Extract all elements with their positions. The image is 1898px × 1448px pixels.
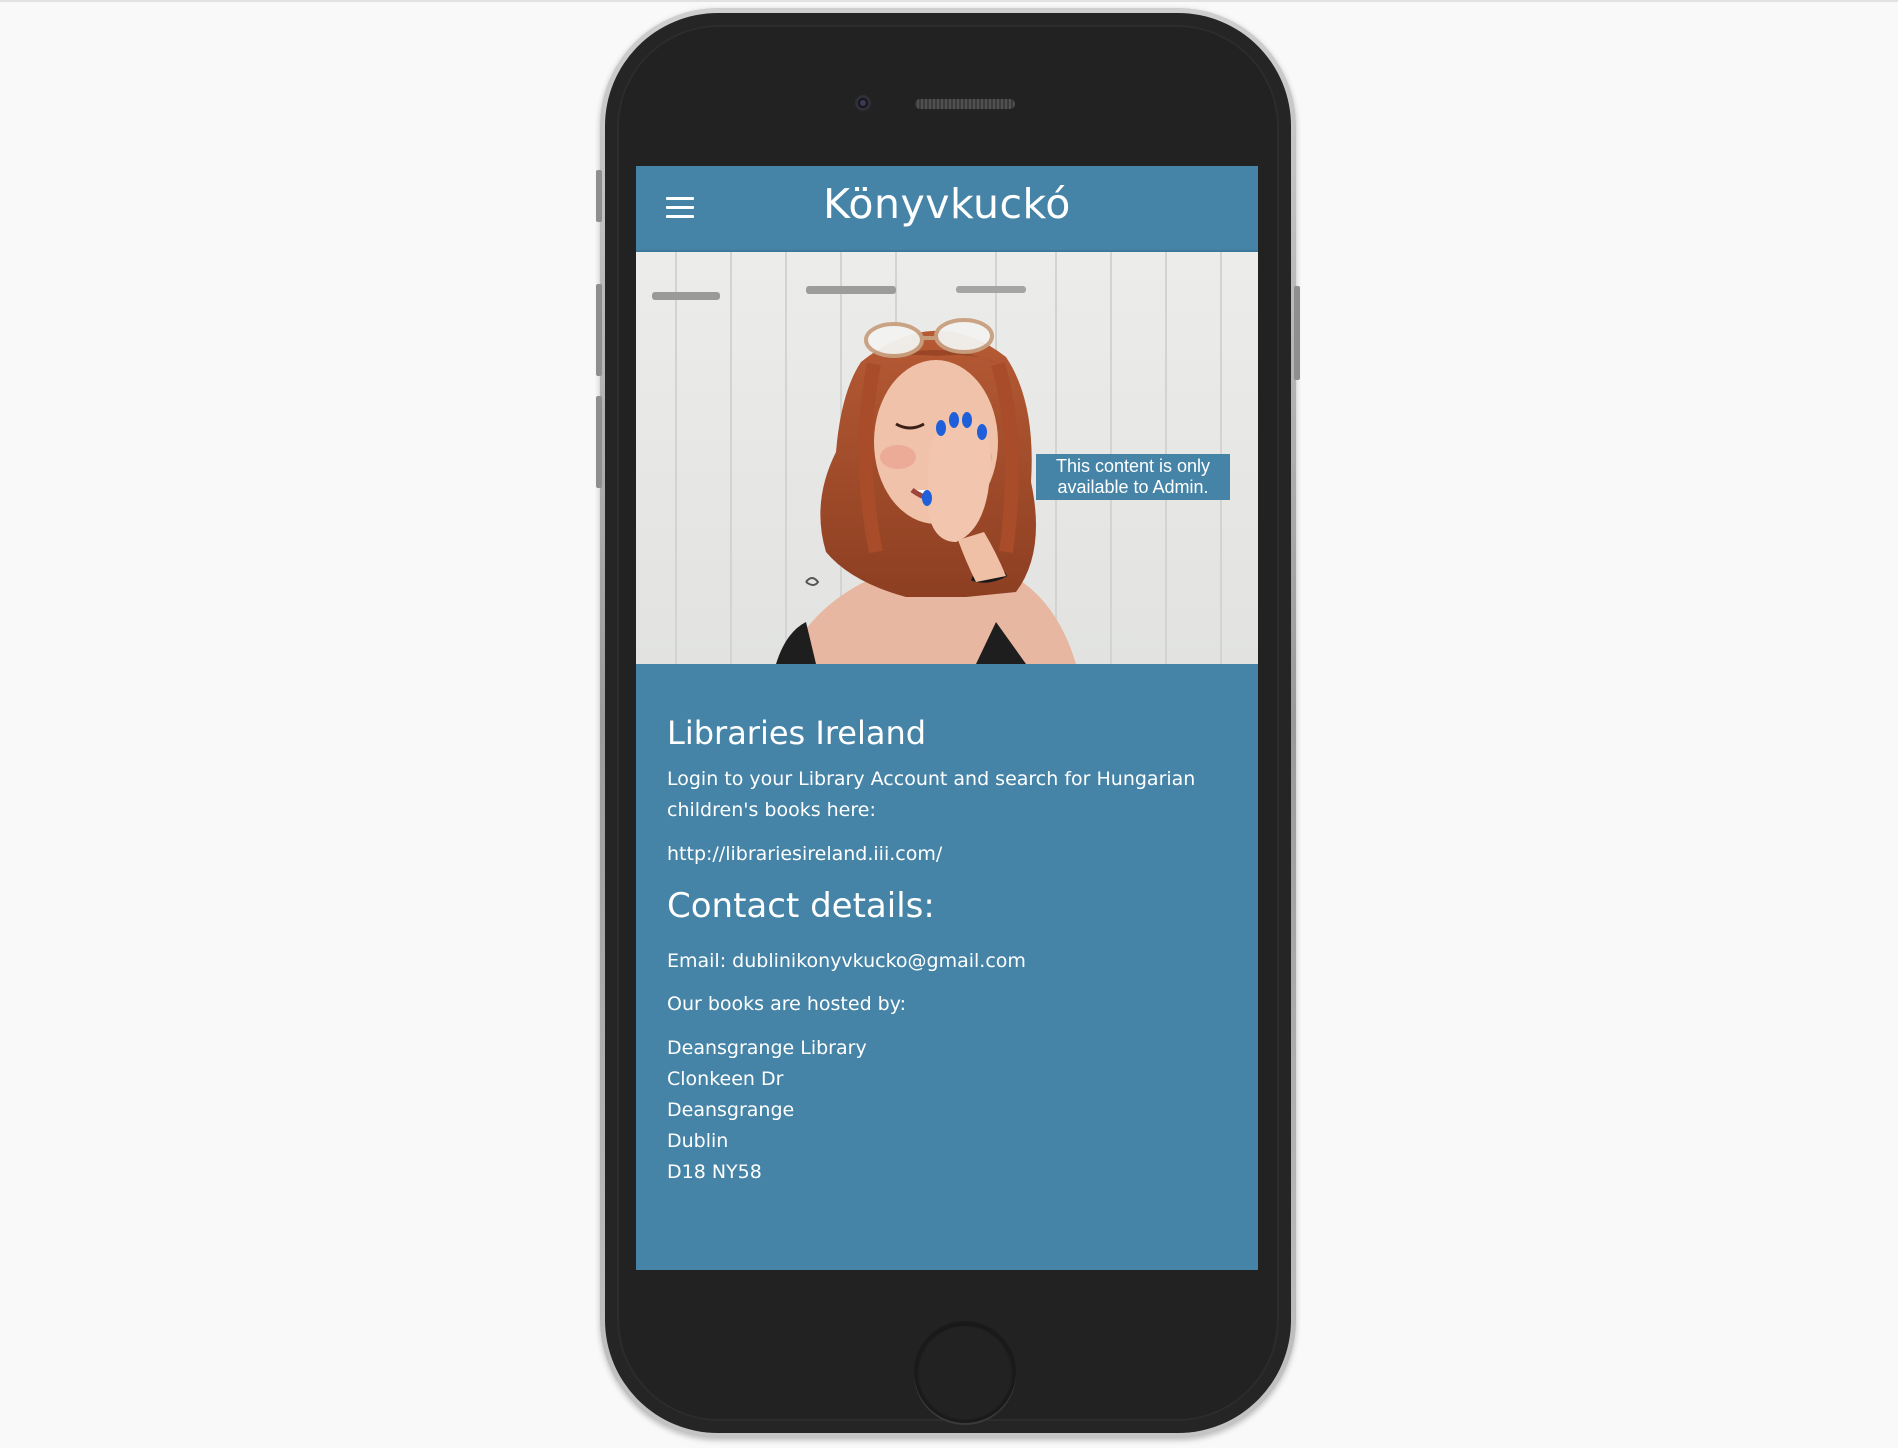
volume-up-button xyxy=(596,284,602,376)
address-line: Clonkeen Dr xyxy=(667,1068,784,1090)
contact-email[interactable]: Email: dublinikonyvkucko@gmail.com xyxy=(667,946,1026,977)
home-button[interactable] xyxy=(914,1321,1016,1423)
admin-only-notice: This content is only available to Admin. xyxy=(1036,454,1230,500)
address-line: Dublin xyxy=(667,1130,729,1152)
contact-heading: Contact details: xyxy=(667,886,935,926)
earpiece-speaker xyxy=(915,99,1015,109)
libraries-link[interactable]: http://librariesireland.iii.com/ xyxy=(667,839,942,870)
phone-screen: Könyvkuckó This content is only availabl… xyxy=(636,166,1258,1270)
address-line: Deansgrange xyxy=(667,1099,795,1121)
hosted-by-label: Our books are hosted by: xyxy=(667,993,906,1015)
hero-image: This content is only available to Admin. xyxy=(636,252,1258,664)
volume-down-button xyxy=(596,396,602,488)
libraries-intro-line-1: Login to your Library Account and search… xyxy=(667,768,1196,790)
front-camera-icon xyxy=(855,95,871,111)
page-top-border xyxy=(0,0,1898,2)
libraries-heading: Libraries Ireland xyxy=(667,714,927,752)
app-header: Könyvkuckó xyxy=(636,166,1258,252)
power-button xyxy=(1294,286,1300,380)
host-address: Deansgrange Library Clonkeen Dr Deansgra… xyxy=(667,1033,867,1188)
libraries-intro-line-2: children's books here: xyxy=(667,799,876,821)
site-title[interactable]: Könyvkuckó xyxy=(636,180,1258,228)
address-line: Deansgrange Library xyxy=(667,1037,867,1059)
address-line: D18 NY58 xyxy=(667,1161,762,1183)
mute-switch xyxy=(596,170,602,222)
